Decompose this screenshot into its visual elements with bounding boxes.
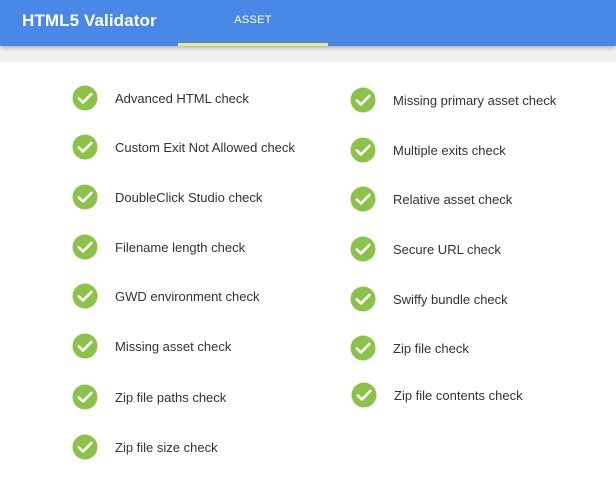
check-label: Swiffy bundle check xyxy=(393,292,508,307)
check-circle-icon xyxy=(72,234,98,260)
check-label: Secure URL check xyxy=(393,242,501,257)
check-circle-icon xyxy=(350,236,376,262)
check-label: Zip file paths check xyxy=(115,390,227,405)
check-circle-icon xyxy=(72,384,98,410)
check-label: Custom Exit Not Allowed check xyxy=(115,140,295,155)
check-circle-icon xyxy=(72,134,98,160)
checks-panel: Advanced HTML check Custom Exit Not Allo… xyxy=(0,62,616,491)
app-title: HTML5 Validator xyxy=(22,11,157,30)
check-circle-icon xyxy=(72,333,98,359)
check-label: Zip file size check xyxy=(115,440,218,455)
tab-asset[interactable]: ASSET xyxy=(178,0,328,46)
check-circle-icon xyxy=(351,382,377,408)
check-circle-icon xyxy=(72,184,98,210)
check-label: DoubleClick Studio check xyxy=(115,190,263,205)
check-circle-icon xyxy=(72,283,98,309)
check-circle-icon xyxy=(350,186,376,212)
check-label: Relative asset check xyxy=(393,192,513,207)
check-circle-icon xyxy=(72,434,98,460)
check-label: Missing primary asset check xyxy=(393,93,557,108)
check-circle-icon xyxy=(350,87,376,113)
check-circle-icon xyxy=(72,85,98,111)
check-label: Filename length check xyxy=(115,240,246,255)
tab-active-indicator xyxy=(178,43,328,46)
check-label: Zip file check xyxy=(393,341,469,356)
check-label: Missing asset check xyxy=(115,339,232,354)
check-label: GWD environment check xyxy=(115,289,260,304)
check-circle-icon xyxy=(350,137,376,163)
check-label: Multiple exits check xyxy=(393,143,506,158)
app-header: HTML5 Validator ASSET xyxy=(0,0,616,46)
check-label: Advanced HTML check xyxy=(115,91,249,106)
check-label: Zip file contents check xyxy=(394,388,523,403)
check-circle-icon xyxy=(350,286,376,312)
tab-asset-label: ASSET xyxy=(234,14,272,26)
check-circle-icon xyxy=(350,335,376,361)
